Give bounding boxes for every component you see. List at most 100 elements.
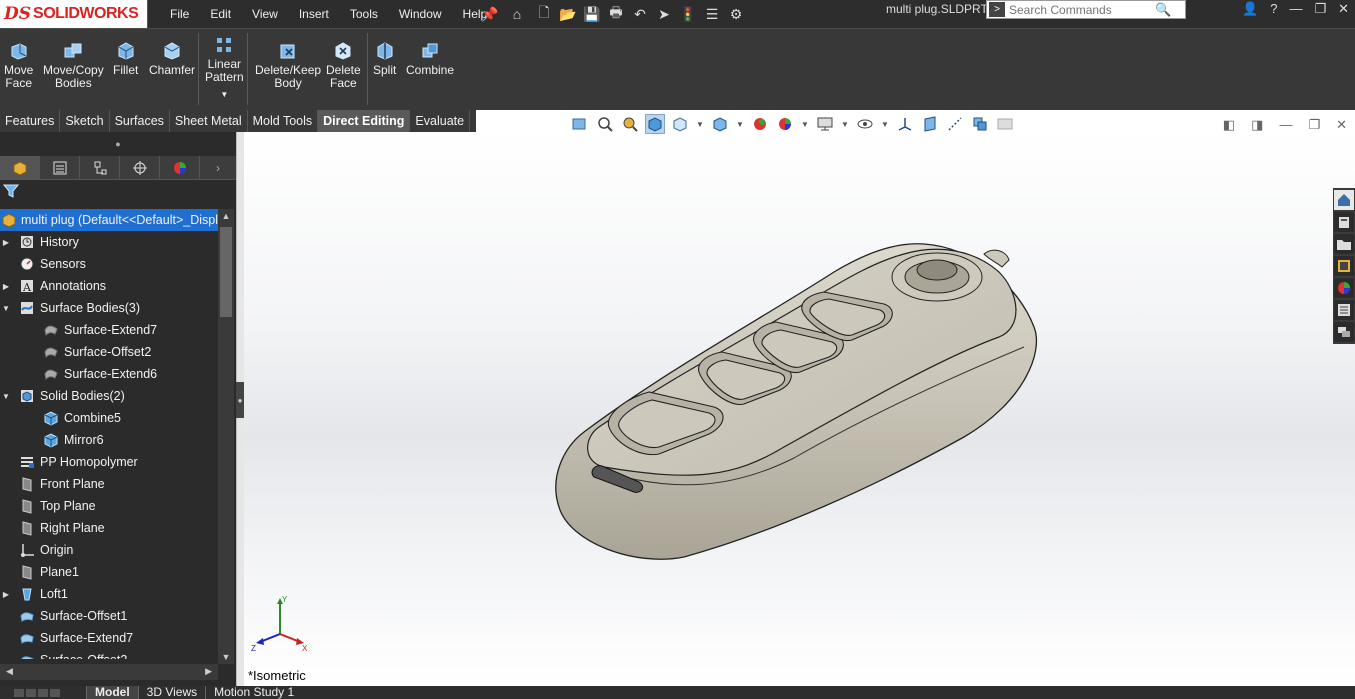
search-icon[interactable]: 🔍 xyxy=(1155,2,1171,18)
expand-down-icon[interactable]: ▼ xyxy=(0,392,12,401)
scroll-right-icon[interactable]: ▶ xyxy=(205,666,212,678)
collapse-handle-icon[interactable]: ● xyxy=(236,382,244,418)
tab-mold-tools[interactable]: Mold Tools xyxy=(248,110,319,132)
scroll-up-icon[interactable]: ▲ xyxy=(220,211,232,221)
select-arrow-icon[interactable]: ➤ xyxy=(654,4,674,24)
open-document-icon[interactable]: 📂 xyxy=(558,4,578,24)
render-tools-icon[interactable] xyxy=(970,114,990,134)
reference-triad[interactable]: Y X Z xyxy=(250,594,310,654)
view-orientation-icon[interactable] xyxy=(670,114,690,134)
camera-view-icon[interactable] xyxy=(920,114,940,134)
expand-right-icon[interactable]: ▶ xyxy=(0,282,12,291)
linear-pattern-button[interactable]: Linear Pattern ▼ xyxy=(205,35,244,101)
tree-item[interactable]: PP Homopolymer xyxy=(0,451,218,473)
tree-item[interactable]: Mirror6 xyxy=(0,429,218,451)
view-palette-icon[interactable] xyxy=(1334,256,1354,276)
undo-icon[interactable]: ↶ xyxy=(630,4,650,24)
chamfer-button[interactable]: Chamfer xyxy=(149,41,195,77)
pin-icon[interactable]: 📌 xyxy=(480,4,500,24)
tree-item[interactable]: Sensors xyxy=(0,253,218,275)
model-3d-part[interactable] xyxy=(544,232,1064,572)
tab-surfaces[interactable]: Surfaces xyxy=(110,110,170,132)
tab-3d-views[interactable]: 3D Views xyxy=(137,686,205,699)
tab-features[interactable]: Features xyxy=(0,110,61,132)
zoom-to-fit-icon[interactable] xyxy=(570,114,590,134)
custom-properties-icon[interactable] xyxy=(1334,300,1354,320)
tree-root-part[interactable]: multi plug (Default<<Default>_Displ xyxy=(0,209,218,231)
tree-item[interactable]: Surface-Offset2 xyxy=(0,341,218,363)
options-gear-icon[interactable]: ⚙ xyxy=(726,4,746,24)
solidworks-logo[interactable]: DS SOLIDWORKS xyxy=(0,0,148,28)
tree-item[interactable]: ▼ Surface Bodies(3) xyxy=(0,297,218,319)
hide-show-items-icon[interactable] xyxy=(750,114,770,134)
tree-item[interactable]: ▼ Solid Bodies(2) xyxy=(0,385,218,407)
design-library-icon[interactable] xyxy=(1334,212,1354,232)
menu-file[interactable]: File xyxy=(170,0,189,28)
chevron-down-icon[interactable]: ▼ xyxy=(800,114,810,134)
chevron-down-icon[interactable]: ▼ xyxy=(695,114,705,134)
save-icon[interactable]: 💾 xyxy=(582,4,602,24)
minimize-icon[interactable]: — xyxy=(1289,0,1302,18)
tab-sheet-metal[interactable]: Sheet Metal xyxy=(170,110,248,132)
scroll-left-icon[interactable]: ◀ xyxy=(6,666,13,678)
appearances-icon[interactable] xyxy=(1334,278,1354,298)
expand-right-icon[interactable]: ▶ xyxy=(0,590,12,599)
tree-item[interactable]: ▶ Loft1 xyxy=(0,583,218,605)
move-copy-bodies-button[interactable]: Move/Copy Bodies xyxy=(43,41,104,90)
tab-navigation-arrows[interactable] xyxy=(0,686,86,699)
picture-icon[interactable] xyxy=(995,114,1015,134)
solidworks-forum-icon[interactable] xyxy=(1334,322,1354,342)
tree-item[interactable]: ▶ A Annotations xyxy=(0,275,218,297)
menu-edit[interactable]: Edit xyxy=(210,0,231,28)
tree-item[interactable]: Right Plane xyxy=(0,517,218,539)
traffic-light-icon[interactable]: 🚦 xyxy=(678,4,698,24)
sketch-plane-icon[interactable] xyxy=(945,114,965,134)
help-icon[interactable]: ? xyxy=(1270,0,1277,18)
feature-manager-tab[interactable] xyxy=(0,155,40,180)
dimxpert-manager-tab[interactable] xyxy=(120,155,160,180)
tree-filter[interactable] xyxy=(0,180,236,202)
panel-grip-icon[interactable]: ● xyxy=(0,132,236,156)
property-manager-tab[interactable] xyxy=(40,155,80,180)
chevron-down-icon[interactable]: ▼ xyxy=(735,114,745,134)
home-icon[interactable]: ⌂ xyxy=(504,4,530,24)
zoom-to-area-icon[interactable] xyxy=(595,114,615,134)
delete-keep-body-button[interactable]: Delete/Keep Body xyxy=(255,41,321,90)
tree-item[interactable]: Plane1 xyxy=(0,561,218,583)
combine-button[interactable]: Combine xyxy=(406,41,454,77)
restore-icon[interactable]: ❐ xyxy=(1314,0,1326,18)
tree-item[interactable]: Top Plane xyxy=(0,495,218,517)
configuration-manager-tab[interactable] xyxy=(80,155,120,180)
move-face-button[interactable]: Move Face xyxy=(4,41,33,90)
display-style-icon[interactable] xyxy=(710,114,730,134)
tree-item[interactable]: Surface-Extend6 xyxy=(0,363,218,385)
tab-sketch[interactable]: Sketch xyxy=(60,110,110,132)
chevron-down-icon[interactable]: ▼ xyxy=(840,114,850,134)
search-input[interactable] xyxy=(1009,2,1149,17)
delete-face-button[interactable]: Delete Face xyxy=(326,41,361,90)
edit-appearance-icon[interactable] xyxy=(775,114,795,134)
triad-orient-icon[interactable] xyxy=(895,114,915,134)
viewport-restore-icon[interactable]: ❐ xyxy=(1308,117,1320,133)
print-icon[interactable]: 🖶 xyxy=(606,4,626,24)
tree-item[interactable]: Surface-Extend7 xyxy=(0,627,218,649)
chevron-right-icon[interactable]: › xyxy=(200,161,236,175)
panel-splitter[interactable]: ● xyxy=(236,132,244,686)
file-explorer-icon[interactable] xyxy=(1334,234,1354,254)
tree-item[interactable]: Combine5 xyxy=(0,407,218,429)
close-icon[interactable]: ✕ xyxy=(1338,0,1349,18)
tree-horizontal-scrollbar[interactable]: ◀ ▶ xyxy=(0,664,218,680)
tree-item[interactable]: Front Plane xyxy=(0,473,218,495)
tree-item[interactable]: ▶ History xyxy=(0,231,218,253)
task-pane-home-icon[interactable] xyxy=(1334,190,1354,210)
split-button[interactable]: Split xyxy=(373,41,396,77)
view-settings-icon[interactable] xyxy=(855,114,875,134)
apply-scene-icon[interactable] xyxy=(815,114,835,134)
viewport-close-icon[interactable]: ✕ xyxy=(1336,117,1347,133)
scrollbar-thumb[interactable] xyxy=(220,227,232,317)
section-view-icon[interactable] xyxy=(645,114,665,134)
user-icon[interactable]: 👤 xyxy=(1242,0,1258,18)
tree-item[interactable]: Surface-Offset2 xyxy=(0,649,218,659)
viewport-minimize-icon[interactable]: — xyxy=(1279,117,1292,133)
expand-right-icon[interactable]: ▶ xyxy=(0,238,12,247)
